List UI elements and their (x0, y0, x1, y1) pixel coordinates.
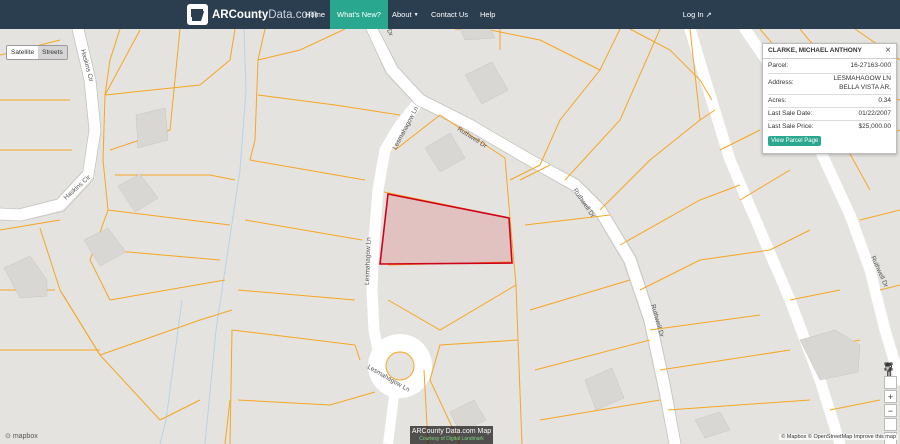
zoom-out-icon[interactable]: − (884, 404, 897, 417)
popup-header: CLARKE, MICHAEL ANTHONY × (763, 44, 896, 59)
compass-icon[interactable] (884, 362, 897, 431)
nav-help[interactable]: Help (473, 0, 502, 29)
road-label: Haskins Cir (63, 173, 93, 201)
close-icon[interactable]: × (885, 45, 891, 56)
mapbox-logo[interactable]: ⊙ mapbox (5, 432, 38, 440)
parcel-popup: CLARKE, MICHAEL ANTHONY × Parcel: 16-2716… (762, 43, 897, 154)
nav-home[interactable]: Home (298, 0, 332, 29)
login-link[interactable]: Log In ➚ (683, 0, 712, 29)
layer-toggle: Satellite Streets (6, 45, 68, 60)
map-attribution[interactable]: © Mapbox © OpenStreetMap Improve this ma… (779, 434, 898, 440)
nav-about[interactable]: About ▼ (385, 0, 426, 29)
arkansas-logo-icon (187, 4, 208, 25)
road-label: Dr (385, 29, 394, 38)
nav-contact-us[interactable]: Contact Us (424, 0, 475, 29)
top-navbar: ARCountyData.com Home What's New? About ▼… (0, 0, 900, 29)
zoom-in-icon[interactable]: + (884, 390, 897, 403)
view-parcel-page-button[interactable]: View Parcel Page (768, 136, 822, 146)
locate-icon[interactable] (884, 363, 897, 389)
satellite-button[interactable]: Satellite (7, 46, 39, 59)
nav-whats-new[interactable]: What's New? (330, 0, 388, 29)
popup-title: CLARKE, MICHAEL ANTHONY (768, 47, 862, 54)
map-controls: + − (884, 362, 897, 444)
map-caption: ARCounty Data.com Map Courtesy of Digital… (410, 426, 493, 444)
caret-down-icon: ▼ (413, 11, 419, 18)
login-icon: ➚ (705, 10, 712, 19)
streets-button[interactable]: Streets (38, 46, 67, 59)
